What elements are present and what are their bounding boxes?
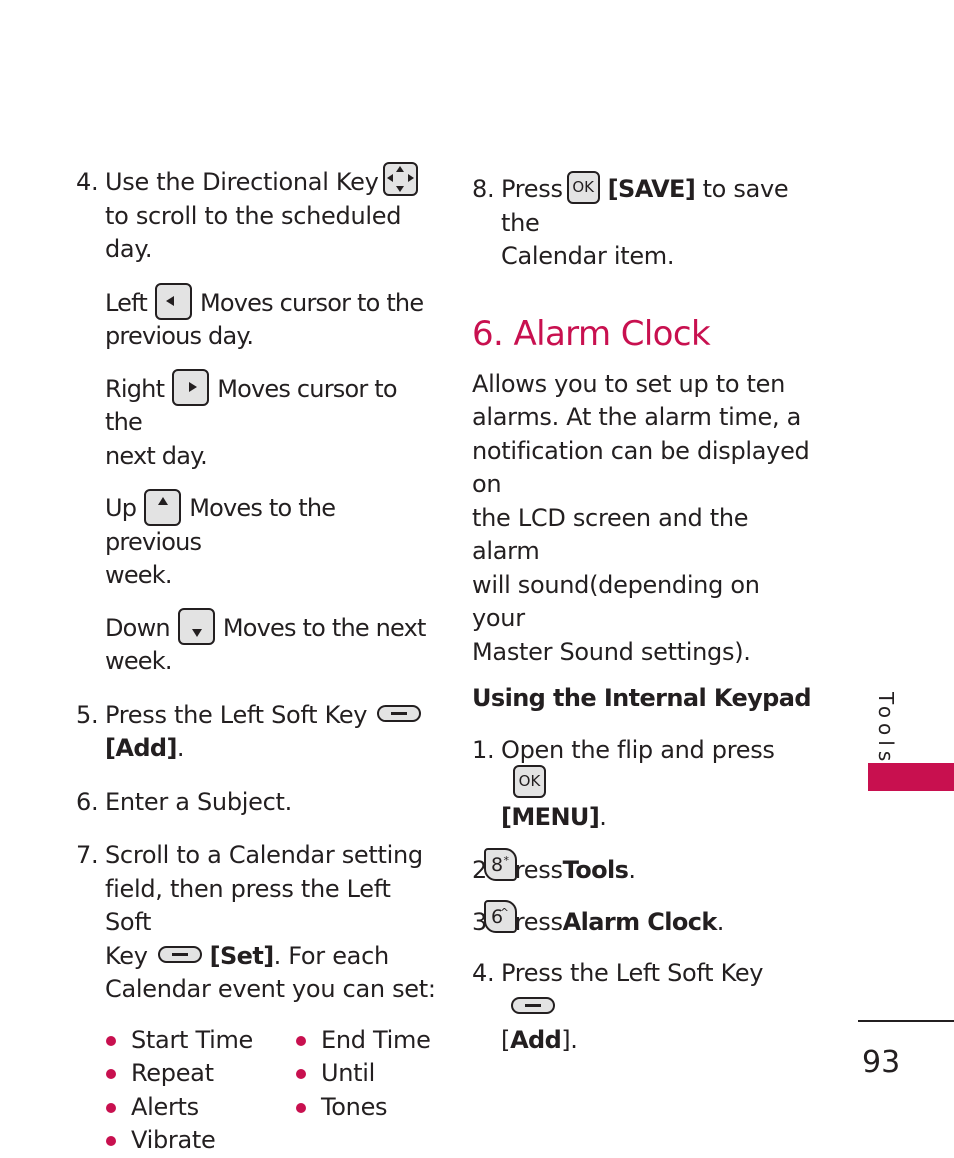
- footer-rule: [858, 1020, 954, 1022]
- bullet-item: Vibrate: [105, 1124, 295, 1158]
- right-column: 8. Press OK [SAVE] to save the Calendar it…: [472, 170, 817, 1078]
- description-line: Allows you to set up to ten: [472, 369, 786, 398]
- sub-item-desc: week.: [105, 561, 172, 589]
- step-number: 6.: [76, 787, 99, 816]
- sub-item-desc: week.: [105, 647, 172, 675]
- step-action: [Set]: [209, 941, 275, 970]
- sub-item-label: Down: [105, 613, 171, 642]
- bullet-item: Repeat: [105, 1057, 295, 1091]
- side-tab-bar: [868, 763, 954, 791]
- left-column: 4. Use the Directional Key to scroll to …: [76, 162, 436, 1158]
- sub-item-down: Down Moves to the next week.: [105, 608, 436, 679]
- sub-item-desc: Moves to the next: [222, 613, 427, 642]
- section-description: Allows you to set up to ten alarms. At t…: [472, 368, 817, 670]
- bullet-item: End Time: [295, 1024, 445, 1058]
- bullet-item: Until: [295, 1057, 445, 1091]
- alarm-step-2: 2. Press8*Tools.: [472, 848, 817, 888]
- step-action: [MENU]: [501, 802, 600, 831]
- punctuation: .: [599, 802, 607, 831]
- left-soft-key-icon: [511, 996, 555, 1014]
- step-text: Open the flip and press: [501, 735, 775, 764]
- left-soft-key-icon: [377, 704, 422, 722]
- sub-item-left: Left Moves cursor to the previous day.: [105, 283, 436, 354]
- step-text: Use the Directional Key: [105, 168, 379, 196]
- step-number: 4.: [472, 959, 495, 987]
- sub-item-desc: Moves to the previous: [105, 494, 336, 556]
- step-action: Add: [510, 1026, 562, 1054]
- sub-item-desc: next day.: [105, 441, 208, 470]
- step-action: [SAVE]: [607, 175, 696, 203]
- step-text: Scroll to a Calendar setting: [105, 841, 423, 869]
- right-arrow-key-icon: [172, 369, 210, 406]
- sub-item-label: Right: [105, 374, 165, 403]
- sub-item-up: Up Moves to the previous week.: [105, 488, 436, 593]
- sub-item-label: Left: [105, 288, 148, 317]
- step-text: Press: [501, 175, 563, 203]
- ok-key-icon: OK: [513, 764, 546, 798]
- bullet-item: Alerts: [105, 1091, 295, 1125]
- sub-item-desc: Moves cursor to the: [199, 288, 424, 317]
- step-text: Enter a Subject.: [105, 787, 292, 816]
- step-6: 6. Enter a Subject.: [76, 786, 436, 820]
- directional-key-icon: [382, 162, 418, 196]
- description-line: Master Sound settings).: [472, 637, 751, 666]
- key-label: 8: [491, 854, 504, 876]
- key-symbol: ^: [499, 905, 509, 919]
- description-line: will sound(depending on your: [472, 570, 760, 633]
- step-text: field, then press the Left Soft: [105, 874, 391, 937]
- step-7: 7. Scroll to a Calendar setting field, t…: [76, 839, 436, 1007]
- alarm-step-1: 1. Open the flip and pressOK [MENU].: [472, 734, 817, 835]
- sub-item-label: Up: [105, 494, 137, 522]
- step-text: to scroll to the scheduled day.: [105, 201, 402, 264]
- step-5: 5. Press the Left Soft Key [Add].: [76, 699, 436, 766]
- step-number: 7.: [76, 841, 99, 869]
- punctuation: .: [628, 856, 636, 884]
- page-number: 93: [862, 1045, 901, 1080]
- punctuation: ]: [561, 1026, 571, 1054]
- step-text: Calendar item.: [501, 242, 675, 270]
- sub-item-right: Right Moves cursor to the next day.: [105, 369, 436, 474]
- step-4: 4. Use the Directional Key to scroll to …: [76, 162, 436, 267]
- section-title: 6. Alarm Clock: [472, 313, 711, 354]
- step-text: Calendar event you can set:: [105, 975, 436, 1003]
- key-symbol: *: [503, 854, 510, 867]
- punctuation: .: [570, 1026, 578, 1054]
- step-number: 5.: [76, 700, 99, 729]
- side-tab-label: Tools: [874, 692, 898, 767]
- sub-item-desc: previous day.: [105, 322, 254, 350]
- ok-key-icon: OK: [566, 170, 600, 204]
- key-6-icon: 6 ^: [484, 899, 517, 933]
- description-line: the LCD screen and the alarm: [472, 503, 749, 566]
- step-number: 1.: [472, 735, 495, 764]
- key-8-icon: 8 *: [484, 848, 517, 881]
- step-text: . For each: [273, 941, 390, 970]
- step-text: Key: [105, 941, 148, 970]
- step-action: Tools: [562, 856, 629, 884]
- step-action: [Add]: [105, 734, 177, 762]
- step-text: Press the Left Soft Key: [105, 700, 368, 729]
- punctuation: .: [716, 907, 725, 936]
- step-action: Alarm Clock: [562, 907, 718, 936]
- left-soft-key-icon: [157, 945, 202, 963]
- calendar-options-list: Start Time End Time Repeat Until Alerts …: [105, 1024, 436, 1158]
- up-arrow-key-icon: [144, 488, 182, 526]
- step-number: 8.: [472, 175, 495, 203]
- description-line: alarms. At the alarm time, a: [472, 403, 802, 431]
- step-8: 8. Press OK [SAVE] to save the Calendar it…: [472, 170, 817, 274]
- punctuation: [: [501, 1026, 511, 1054]
- alarm-step-4: 4. Press the Left Soft Key [Add].: [472, 957, 817, 1058]
- subheading: Using the Internal Keypad: [472, 684, 812, 712]
- punctuation: .: [176, 734, 185, 762]
- bullet-item: Start Time: [105, 1024, 295, 1058]
- step-text: Press the Left Soft Key: [501, 959, 764, 987]
- alarm-step-3: 3. Press6^Alarm Clock.: [472, 899, 817, 940]
- bullet-item: Tones: [295, 1091, 445, 1125]
- step-number: 4.: [76, 168, 99, 196]
- description-line: notification can be displayed on: [472, 436, 810, 499]
- down-arrow-key-icon: [177, 608, 215, 645]
- left-arrow-key-icon: [154, 283, 192, 320]
